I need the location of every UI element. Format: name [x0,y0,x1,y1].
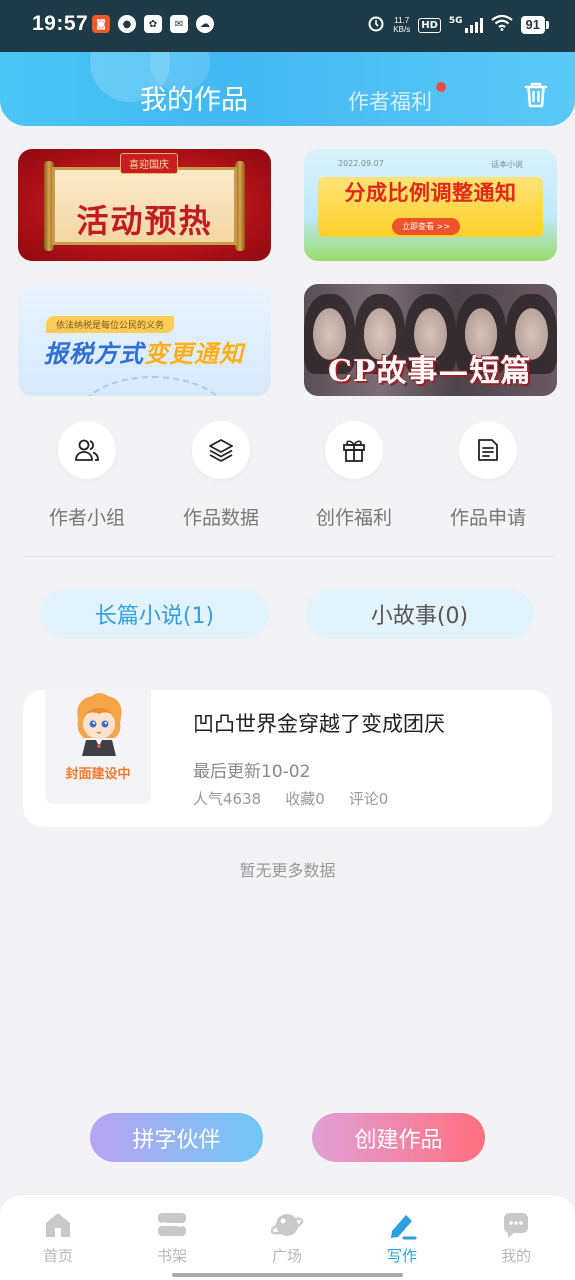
document-icon [478,439,498,461]
tab-author-benefits[interactable]: 作者福利 [348,86,432,116]
nav-home[interactable]: 首页 [18,1209,98,1266]
cat-app-icon: ● [118,15,136,33]
work-comments: 评论0 [348,790,389,808]
quick-author-group[interactable]: 作者小组 [37,421,137,530]
network-type: 5G [448,16,463,26]
quick-work-data[interactable]: 作品数据 [171,421,271,530]
work-stats: 人气4638 收藏0 评论0 [193,788,388,809]
section-divider [24,556,554,557]
nav-label: 我的 [500,1247,531,1265]
no-more-data: 暂无更多数据 [239,861,336,880]
banner-subtitle: 依法纳税是每位公民的义务 [46,316,175,333]
nav-bookshelf[interactable]: 书架 [132,1209,212,1266]
quick-icon-circle [192,421,250,479]
hd-badge: HD [418,17,441,33]
chat-icon [504,1213,528,1238]
work-cover: 封面建设中 [45,690,151,804]
banner-date: 2022.09.07 [338,159,384,168]
banner-revenue-share-notice[interactable]: 2022.09.07 话本小说 分成比例调整通知 立即查看 >> [304,149,557,261]
work-last-updated: 最后更新10-02 [193,762,311,782]
pen-icon [391,1215,417,1240]
unread-dot [436,82,446,92]
nav-label: 书架 [156,1247,187,1265]
banner-title: 报税方式变更通知 [44,334,244,369]
notification-icons: ◙ ● ✿ ✉ ☁ [92,15,214,33]
wechat-icon: ☁ [196,15,214,33]
quick-label: 作者小组 [48,507,125,529]
home-indicator[interactable] [172,1273,403,1277]
network-speed-unit: KB/s [393,25,411,34]
nav-label: 首页 [42,1247,73,1265]
top-header: 我的作品 作者福利 [0,52,575,126]
nav-plaza[interactable]: 广场 [247,1209,327,1266]
writing-partner-button[interactable]: 拼字伙伴 [90,1113,263,1162]
bookshelf-icon [158,1213,186,1236]
work-popularity: 人气4638 [193,790,262,808]
quick-label: 创作福利 [315,507,392,529]
nav-mine[interactable]: 我的 [476,1209,556,1266]
status-bar: 19:57 ◙ ● ✿ ✉ ☁ 11.7 KB/s HD 5G 91 [0,0,575,52]
quick-icon-circle [325,421,383,479]
cover-caption: 封面建设中 [65,767,131,782]
users-icon [75,439,99,461]
quick-work-application[interactable]: 作品申请 [438,421,538,530]
baidu-icon: ✿ [144,15,162,33]
battery-indicator: 91 [520,16,550,34]
system-icons: 11.7 KB/s HD 5G 91 [367,14,550,36]
quick-label: 作品申请 [449,507,526,529]
banner-scroll: 活动预热 [52,167,237,245]
app-notification-icon: ◙ [92,15,110,33]
bottom-navigation: 首页 书架 广场 写作 我的 [0,1194,575,1280]
trash-icon [524,82,548,108]
banner-decoration-arc [78,376,228,396]
tab-my-works[interactable]: 我的作品 [140,78,248,117]
banner-title: 分成比例调整通知 [344,181,517,205]
banner-event-preview[interactable]: 活动预热 喜迎国庆 [18,149,271,261]
banner-cp-story-contest[interactable]: CP故事—短篇征文 [304,284,557,396]
tab-long-novels[interactable]: 长篇小说(1) [40,589,269,639]
banner-tag: 喜迎国庆 [120,153,178,174]
nav-label: 写作 [386,1247,417,1265]
banner-view-button: 立即查看 >> [392,218,460,235]
quick-creation-benefits[interactable]: 创作福利 [304,421,404,530]
work-card[interactable]: 封面建设中 凹凸世界金穿越了变成团厌 最后更新10-02 人气4638 收藏0 … [23,690,552,827]
alarm-icon [367,14,385,36]
work-title: 凹凸世界金穿越了变成团厌 [193,712,445,736]
layers-icon [209,439,233,462]
work-favorites: 收藏0 [285,790,325,808]
nav-label: 广场 [271,1247,302,1265]
nav-writing[interactable]: 写作 [362,1209,442,1266]
banner-title: CP故事—短篇征文 [328,354,532,389]
wifi-icon [490,14,513,35]
trash-button[interactable] [520,79,552,111]
quick-icon-circle [459,421,517,479]
banner-title-part1: 报税方式 [44,340,144,368]
create-work-button[interactable]: 创建作品 [312,1113,485,1162]
cover-placeholder-avatar [77,693,122,756]
network-speed: 11.7 KB/s [393,16,410,34]
home-icon [46,1213,70,1237]
quick-label: 作品数据 [182,507,259,529]
mail-icon: ✉ [170,15,188,33]
banner-title-part2: 变更通知 [144,340,244,368]
banner-tax-notice[interactable]: 依法纳税是每位公民的义务 报税方式变更通知 [18,284,271,396]
quick-icon-circle [58,421,116,479]
cellular-signal-icon: 5G [449,17,483,33]
planet-icon [271,1214,303,1236]
tab-short-stories[interactable]: 小故事(0) [305,589,534,639]
banner-type: 话本小说 [491,160,523,169]
banner-title: 活动预热 [76,202,213,240]
status-time: 19:57 [32,12,89,35]
network-speed-value: 11.7 [394,16,410,25]
gift-icon [343,440,365,462]
